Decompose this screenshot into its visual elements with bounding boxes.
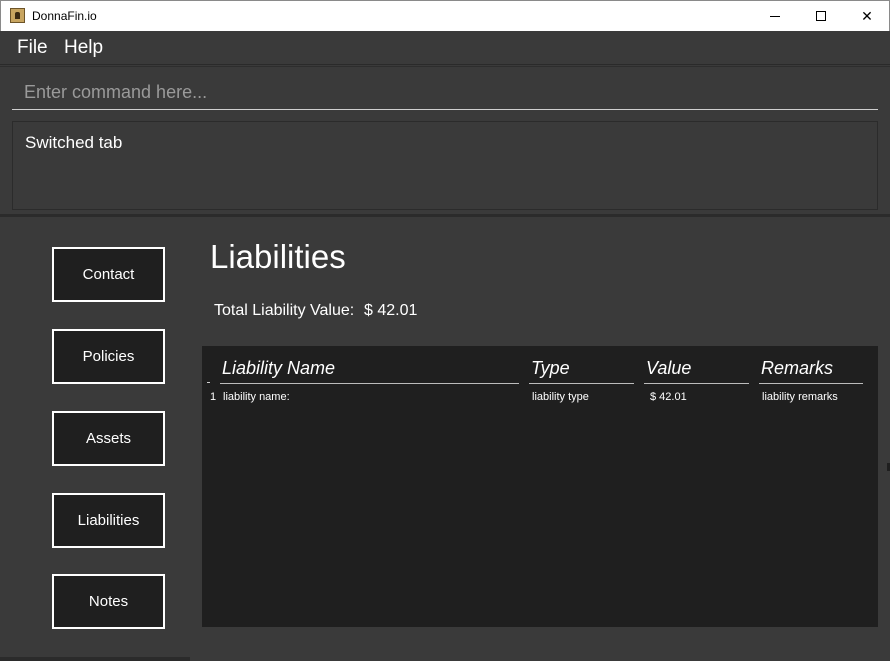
liabilities-table: Liability Name Type Value Remarks 1 liab… <box>202 346 878 627</box>
minimize-button[interactable] <box>752 1 798 31</box>
command-box <box>0 66 890 116</box>
column-header-liability-name[interactable]: Liability Name <box>220 358 519 384</box>
bottom-strip <box>0 657 190 661</box>
column-header-value[interactable]: Value <box>644 358 749 384</box>
maximize-icon <box>816 11 826 21</box>
tab-assets[interactable]: Assets <box>52 411 165 466</box>
menu-help[interactable]: Help <box>64 37 103 59</box>
tab-notes[interactable]: Notes <box>52 574 165 629</box>
total-liability-value: $ 42.01 <box>364 302 418 319</box>
close-icon: ✕ <box>861 7 873 24</box>
menu-bar: File Help <box>0 31 890 65</box>
app-icon <box>10 8 25 23</box>
cell-type: liability type <box>532 391 589 403</box>
minimize-icon <box>770 15 780 17</box>
tab-policies[interactable]: Policies <box>52 329 165 384</box>
tab-liabilities[interactable]: Liabilities <box>52 493 165 548</box>
close-button[interactable]: ✕ <box>844 1 890 31</box>
cell-value: $ 42.01 <box>650 391 687 403</box>
row-index: 1 <box>210 391 217 403</box>
section-divider <box>0 214 890 217</box>
page-title: Liabilities <box>210 238 346 275</box>
cell-remarks: liability remarks <box>762 391 838 403</box>
total-liability-label: Total Liability Value: <box>214 302 355 319</box>
column-header-type[interactable]: Type <box>529 358 634 384</box>
cell-liability-name: liability name: <box>223 391 290 403</box>
maximize-button[interactable] <box>798 1 844 31</box>
result-display: Switched tab <box>12 121 878 210</box>
row-index-divider <box>207 382 210 383</box>
tab-contact[interactable]: Contact <box>52 247 165 302</box>
column-header-remarks[interactable]: Remarks <box>759 358 863 384</box>
command-input[interactable] <box>12 75 878 110</box>
menu-file[interactable]: File <box>17 37 48 59</box>
title-bar: DonnaFin.io ✕ <box>0 0 890 31</box>
window-title: DonnaFin.io <box>32 9 97 23</box>
result-text: Switched tab <box>25 133 123 152</box>
